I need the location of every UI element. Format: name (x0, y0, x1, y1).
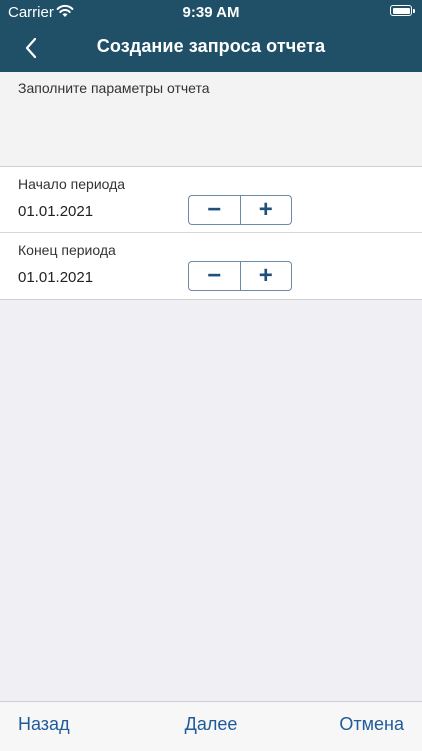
period-end-increment-button[interactable]: + (241, 262, 292, 290)
intro-section: Заполните параметры отчета (0, 72, 422, 167)
nav-bar: Создание запроса отчета (0, 28, 422, 68)
battery-icon (390, 5, 415, 16)
status-time: 9:39 AM (182, 4, 240, 21)
period-start-value: 01.01.2021 (18, 203, 94, 220)
period-start-increment-button[interactable]: + (241, 196, 292, 224)
period-start-row: Начало периода 01.01.2021 − + (0, 167, 422, 233)
period-start-stepper: − + (188, 195, 292, 225)
bottom-toolbar: Назад Далее Отмена (0, 701, 422, 751)
period-end-value: 01.01.2021 (18, 269, 94, 286)
intro-text: Заполните параметры отчета (18, 80, 210, 96)
params-card: Начало периода 01.01.2021 − + Конец пери… (0, 167, 422, 300)
top-bar: Carrier 9:39 AM Создание запроса отчета (0, 0, 422, 72)
period-end-decrement-button[interactable]: − (189, 262, 241, 290)
period-start-decrement-button[interactable]: − (189, 196, 241, 224)
status-bar: Carrier 9:39 AM (0, 0, 422, 24)
period-end-stepper: − + (188, 261, 292, 291)
period-end-row: Конец периода 01.01.2021 − + (0, 233, 422, 298)
period-end-label: Конец периода (18, 242, 116, 258)
cancel-button[interactable]: Отмена (339, 714, 404, 735)
period-start-label: Начало периода (18, 176, 126, 192)
page-title: Создание запроса отчета (96, 36, 326, 56)
